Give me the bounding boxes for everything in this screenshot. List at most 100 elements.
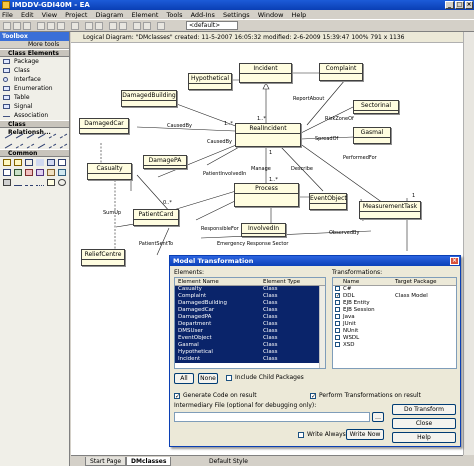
menu-file[interactable]: File bbox=[2, 11, 13, 19]
dialog-close-icon[interactable]: × bbox=[450, 257, 459, 265]
menu-view[interactable]: View bbox=[42, 11, 57, 19]
list-item[interactable]: Java bbox=[333, 314, 456, 321]
class-reliefcentre[interactable]: ReliefCentre bbox=[81, 249, 125, 266]
change-icon[interactable] bbox=[47, 169, 55, 176]
class-realincident[interactable]: RealIncident bbox=[235, 123, 301, 147]
menu-add-ins[interactable]: Add-Ins bbox=[191, 11, 215, 19]
none-button[interactable]: None bbox=[198, 373, 218, 384]
diagram-vertical-scrollbar[interactable] bbox=[463, 32, 474, 455]
save-icon[interactable] bbox=[23, 22, 31, 30]
class-incident[interactable]: Incident bbox=[239, 63, 292, 83]
transform-checkbox[interactable] bbox=[335, 328, 340, 333]
object-icon[interactable] bbox=[47, 179, 55, 186]
menu-help[interactable]: Help bbox=[291, 11, 306, 19]
toolbox-section-class-elements[interactable]: Class Elements bbox=[0, 49, 69, 57]
menu-diagram[interactable]: Diagram bbox=[95, 11, 123, 19]
write-now-button[interactable]: Write Now bbox=[346, 429, 384, 440]
artifact-icon[interactable] bbox=[47, 159, 55, 166]
class-eventobject[interactable]: EventObject bbox=[309, 193, 347, 210]
constraint-icon[interactable] bbox=[14, 159, 22, 166]
do-transform-button[interactable]: Do Transform bbox=[392, 404, 456, 415]
transform-checkbox[interactable] bbox=[335, 307, 340, 312]
usage-icon[interactable] bbox=[12, 138, 24, 149]
zoom-in-icon[interactable] bbox=[109, 22, 117, 30]
notelink-icon[interactable] bbox=[36, 179, 44, 186]
paste-icon[interactable] bbox=[57, 22, 65, 30]
legend-icon[interactable] bbox=[14, 169, 22, 176]
list-item[interactable]: XSD bbox=[333, 342, 456, 349]
list-item[interactable]: NUnit bbox=[333, 328, 456, 335]
undo-icon[interactable] bbox=[71, 22, 79, 30]
realization-icon[interactable] bbox=[56, 128, 68, 139]
class-damagedbuilding[interactable]: DamagedBuilding bbox=[121, 90, 177, 107]
zoom-out-icon[interactable] bbox=[119, 22, 127, 30]
elements-scrollbar[interactable] bbox=[319, 286, 325, 368]
cut-icon[interactable] bbox=[37, 22, 45, 30]
trace-icon[interactable] bbox=[23, 138, 35, 149]
list-item[interactable]: EJB Session bbox=[333, 307, 456, 314]
perform-transformations-checkbox[interactable]: ✓ Perform Transformations on result bbox=[310, 392, 421, 400]
list-item[interactable]: C# bbox=[333, 286, 456, 293]
transform-checkbox[interactable] bbox=[335, 286, 340, 291]
list-item[interactable]: DamagedBuilding Class bbox=[175, 300, 325, 307]
list-item[interactable]: EJB Entity bbox=[333, 300, 456, 307]
transform-checkbox[interactable] bbox=[335, 314, 340, 319]
actor-icon[interactable] bbox=[58, 179, 66, 186]
class-sectorinal[interactable]: Sectorinal bbox=[353, 100, 399, 114]
all-button[interactable]: All bbox=[174, 373, 194, 384]
copy-icon[interactable] bbox=[47, 22, 55, 30]
menu-edit[interactable]: Edit bbox=[21, 11, 34, 19]
toolbox-item-table[interactable]: Table bbox=[0, 93, 69, 102]
hyperlink-icon[interactable] bbox=[3, 169, 11, 176]
column-element-name[interactable]: Element Name bbox=[178, 278, 219, 286]
note-icon[interactable] bbox=[3, 159, 11, 166]
toolbox-item-signal[interactable]: Signal bbox=[0, 102, 69, 111]
class-complaint[interactable]: Complaint bbox=[319, 63, 363, 81]
tab-dmclasses[interactable]: DMclasses bbox=[126, 457, 172, 466]
list-item[interactable]: EventObject Class bbox=[175, 335, 325, 342]
style-combo[interactable]: <default> bbox=[186, 21, 238, 30]
find-icon[interactable] bbox=[85, 22, 93, 30]
toolbox-item-enumeration[interactable]: Enumeration bbox=[0, 84, 69, 93]
text-icon[interactable] bbox=[36, 159, 44, 166]
list-item[interactable]: ✓ DDL Class Model bbox=[333, 293, 456, 300]
transform-checkbox[interactable] bbox=[335, 300, 340, 305]
print-icon[interactable] bbox=[95, 22, 103, 30]
entity-icon[interactable] bbox=[58, 169, 66, 176]
list-item[interactable]: DamagedPA Class bbox=[175, 314, 325, 321]
open-icon[interactable] bbox=[13, 22, 21, 30]
tab-start-page[interactable]: Start Page bbox=[85, 457, 127, 466]
intermediary-file-input[interactable] bbox=[174, 412, 370, 422]
layout-icon[interactable] bbox=[133, 22, 141, 30]
column-element-type[interactable]: Element Type bbox=[263, 278, 300, 286]
toolbox-item-interface[interactable]: Interface bbox=[0, 75, 69, 84]
more-tools-button[interactable]: More tools bbox=[0, 41, 69, 49]
help-icon[interactable] bbox=[157, 22, 165, 30]
class-hypothetical[interactable]: Hypothetical bbox=[188, 73, 232, 90]
list-item[interactable]: Hypothetical Class bbox=[175, 349, 325, 356]
list-item[interactable]: Department Class bbox=[175, 321, 325, 328]
transform-checkbox[interactable]: ✓ bbox=[335, 293, 340, 299]
class-damagedcar[interactable]: DamagedCar bbox=[79, 118, 129, 134]
list-item[interactable]: Casualty Class bbox=[175, 286, 325, 293]
close-button[interactable]: Close bbox=[392, 418, 456, 429]
toolbox-section-class-relationships[interactable]: Class Relationsh... bbox=[0, 120, 69, 136]
toolbox-section-common[interactable]: Common bbox=[0, 149, 69, 157]
class-damagepa[interactable]: DamagePA bbox=[143, 155, 187, 169]
class-involvedin[interactable]: InvolvedIn bbox=[241, 223, 286, 237]
generate-code-checkbox[interactable]: ✓ Generate Code on result bbox=[174, 392, 257, 400]
transformations-list[interactable]: Name Target Package C# ✓ DDL Class Model E… bbox=[332, 277, 457, 369]
properties-icon[interactable] bbox=[143, 22, 151, 30]
help-button[interactable]: Help bbox=[392, 432, 456, 443]
document-icon[interactable] bbox=[58, 159, 66, 166]
elements-list[interactable]: Element Name Element Type Casualty Class … bbox=[174, 277, 326, 369]
toolbox-item-class[interactable]: Class bbox=[0, 66, 69, 75]
menu-window[interactable]: Window bbox=[258, 11, 284, 19]
list-item[interactable]: Complaint Class bbox=[175, 293, 325, 300]
transform-checkbox[interactable] bbox=[335, 335, 340, 340]
menu-tools[interactable]: Tools bbox=[166, 11, 182, 19]
class-patientcard[interactable]: PatientCard bbox=[133, 209, 179, 226]
list-item[interactable]: WSDL bbox=[333, 335, 456, 342]
link-icon[interactable] bbox=[14, 179, 22, 186]
requirement-icon[interactable] bbox=[36, 169, 44, 176]
